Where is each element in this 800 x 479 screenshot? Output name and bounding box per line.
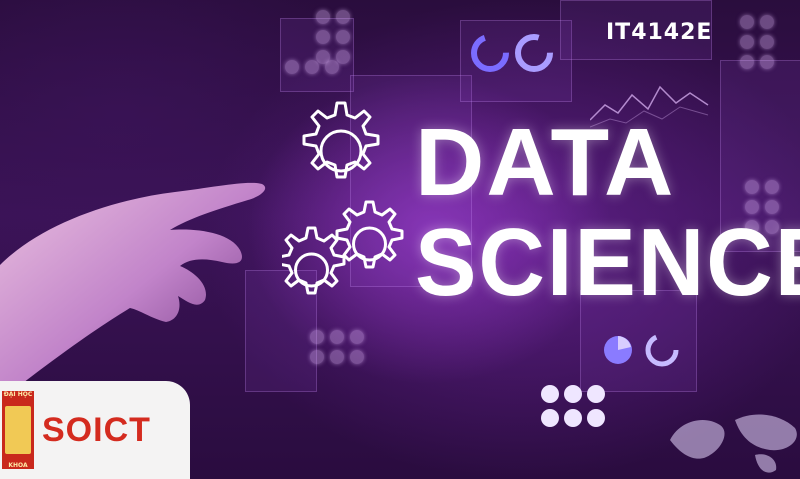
icon-grid [316,10,350,64]
emblem-top-text: ĐẠI HỌC [3,391,33,398]
headline-line-1: DATA [415,109,676,216]
emblem-bottom-text: KHOA [8,462,28,469]
banner-stage: DATA SCIENCE IT4142E ĐẠI HỌC KHOA SOICT [0,0,800,479]
icon-grid [310,330,364,364]
emblem-crest [5,406,31,454]
headline: DATA SCIENCE [415,115,800,311]
course-code: IT4142E [606,20,713,45]
soict-logo-text: SOICT [42,410,151,449]
headline-line-2: SCIENCE [415,209,800,316]
pie-chart-icon [604,333,679,367]
icon-grid [740,15,774,69]
university-emblem: ĐẠI HỌC KHOA [2,391,34,469]
ring-chart-icon [471,34,553,72]
icon-grid [285,60,339,74]
soict-logo: ĐẠI HỌC KHOA SOICT [0,381,190,479]
world-map-icon [670,414,797,473]
pointing-hand-image [0,182,266,400]
data-dashboard-icons [541,385,605,427]
gears-icon [282,101,404,295]
